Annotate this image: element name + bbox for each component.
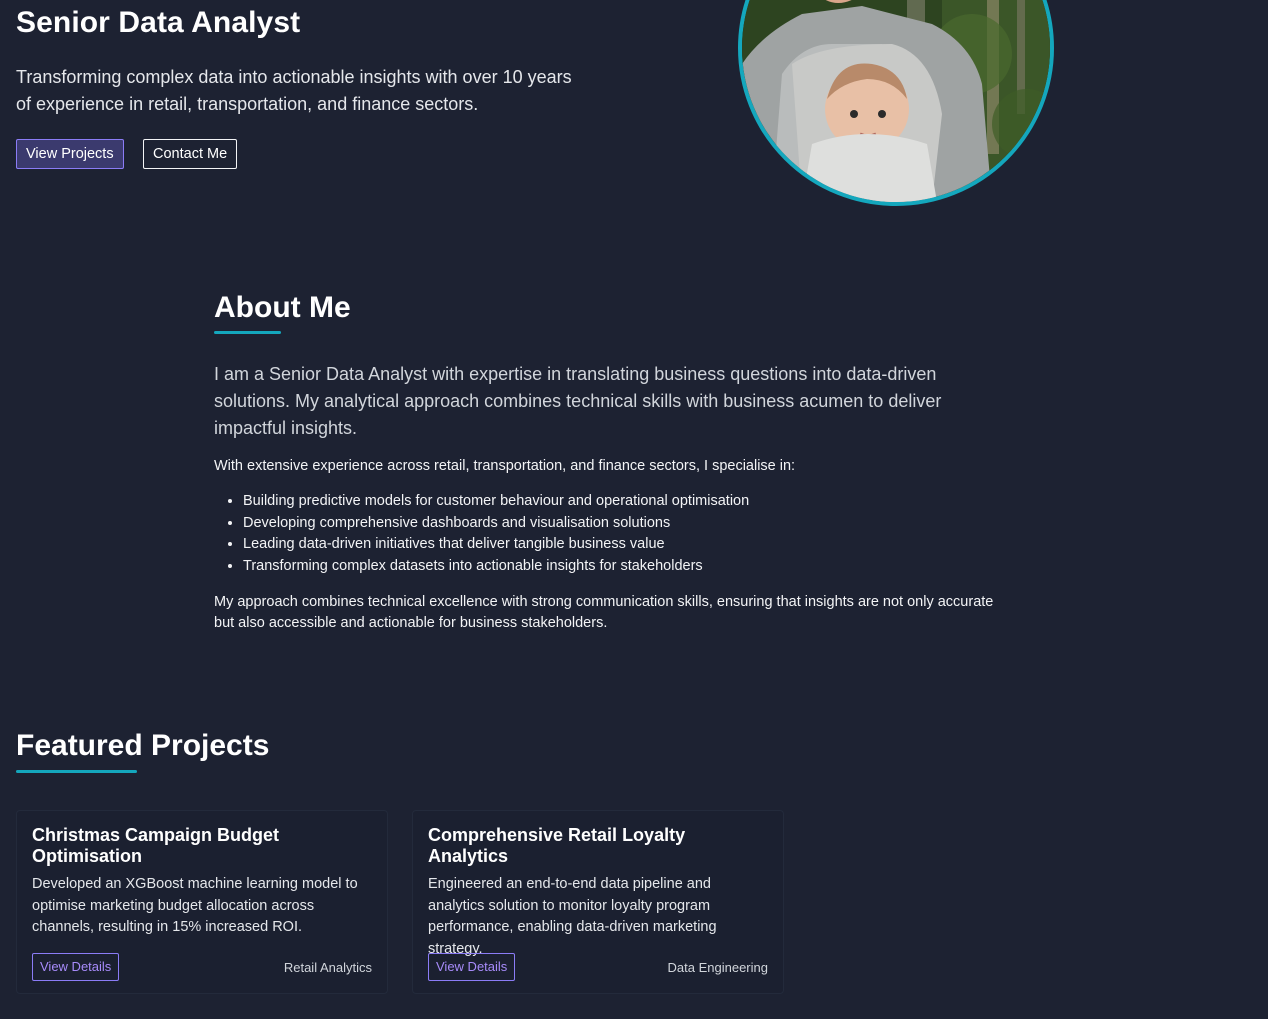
about-closing-paragraph: My approach combines technical excellenc… bbox=[214, 593, 994, 631]
about-section: About Me I am a Senior Data Analyst with… bbox=[214, 290, 994, 634]
view-details-button[interactable]: View Details bbox=[428, 953, 516, 981]
list-item: Developing comprehensive dashboards and … bbox=[243, 513, 994, 535]
project-category-tag: Data Engineering bbox=[667, 959, 768, 975]
profile-photo-illustration bbox=[742, 0, 1050, 202]
project-card-description: Engineered an end-to-end data pipeline a… bbox=[428, 876, 717, 958]
view-projects-button[interactable]: View Projects bbox=[16, 139, 124, 169]
project-card-title: Comprehensive Retail Loyalty Analytics bbox=[428, 825, 686, 866]
project-card-title: Christmas Campaign Budget Optimisation bbox=[32, 825, 280, 866]
hero-subtitle: Transforming complex data into actionabl… bbox=[16, 67, 572, 114]
projects-title: Featured Projects bbox=[16, 729, 270, 762]
about-intro-paragraph: With extensive experience across retail,… bbox=[214, 458, 796, 474]
hero-title: Senior Data Analyst bbox=[16, 6, 301, 39]
projects-title-underline bbox=[16, 770, 137, 773]
project-category-tag: Retail Analytics bbox=[283, 959, 372, 975]
project-card: Christmas Campaign Budget Optimisation D… bbox=[16, 810, 388, 994]
list-item: Building predictive models for customer … bbox=[243, 491, 994, 513]
about-title-underline bbox=[214, 331, 281, 334]
profile-photo bbox=[738, 0, 1054, 206]
contact-me-button[interactable]: Contact Me bbox=[143, 139, 238, 169]
project-card-footer: View Details Retail Analytics bbox=[32, 953, 372, 981]
list-item: Leading data-driven initiatives that del… bbox=[243, 534, 994, 556]
project-card-footer: View Details Data Engineering bbox=[428, 953, 768, 981]
list-item: Transforming complex datasets into actio… bbox=[243, 556, 994, 578]
about-title: About Me bbox=[214, 291, 351, 324]
project-card: Comprehensive Retail Loyalty Analytics E… bbox=[412, 810, 784, 994]
specialisms-list: Building predictive models for customer … bbox=[214, 491, 994, 578]
projects-heading: Featured Projects bbox=[16, 728, 270, 773]
portfolio-page: Senior Data Analyst Transforming complex… bbox=[0, 0, 1268, 1019]
about-heading: About Me bbox=[214, 290, 351, 334]
about-lead-paragraph: I am a Senior Data Analyst with expertis… bbox=[214, 364, 942, 438]
project-card-description: Developed an XGBoost machine learning mo… bbox=[32, 876, 358, 936]
view-details-button[interactable]: View Details bbox=[32, 953, 120, 981]
